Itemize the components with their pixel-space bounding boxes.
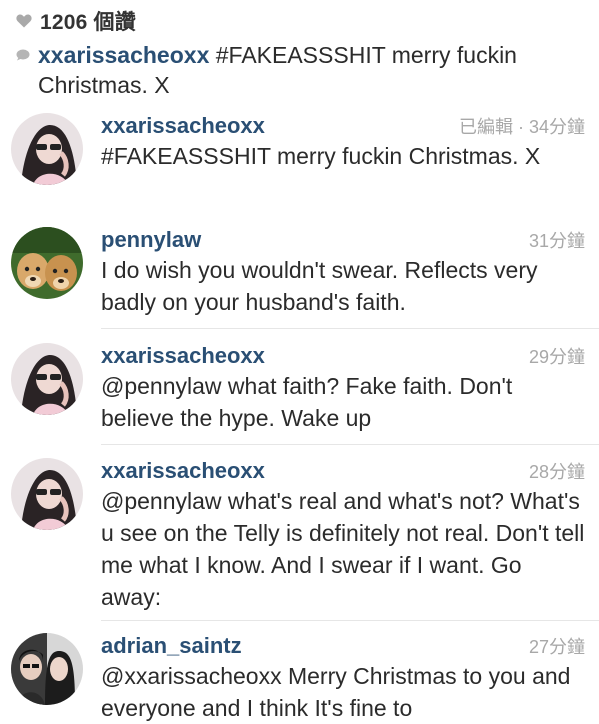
- likes-row[interactable]: 1206 個讚: [16, 6, 136, 36]
- comment-divider: [101, 328, 599, 329]
- avatar[interactable]: [11, 633, 83, 705]
- heart-icon: [16, 14, 32, 28]
- comment-text: #FAKEASSSHIT merry fuckin Christmas. X: [101, 143, 541, 169]
- comment-username[interactable]: adrian_saintz: [101, 633, 242, 659]
- caption-username[interactable]: xxarissacheoxx: [38, 42, 209, 68]
- avatar[interactable]: [11, 458, 83, 530]
- comment-divider: [101, 620, 599, 621]
- likes-count: 1206 個讚: [40, 11, 136, 34]
- avatar[interactable]: [11, 113, 83, 185]
- comment-text: @xxarissacheoxx Merry Christmas to you a…: [101, 663, 571, 721]
- post-caption: xxarissacheoxx #FAKEASSSHIT merry fuckin…: [16, 40, 576, 100]
- comment-username[interactable]: pennylaw: [101, 227, 201, 253]
- comment-divider: [101, 444, 599, 445]
- comment-text: I do wish you wouldn't swear. Reflects v…: [101, 257, 538, 315]
- comment-timestamp: 已編輯 · 34分鐘: [458, 117, 585, 137]
- comment-username[interactable]: xxarissacheoxx: [101, 458, 265, 484]
- avatar[interactable]: [11, 227, 83, 299]
- comment-timestamp: 28分鐘: [528, 462, 585, 482]
- comment-timestamp: 27分鐘: [528, 637, 585, 657]
- comment-text: @pennylaw what's real and what's not? Wh…: [101, 488, 585, 610]
- comment-text: @pennylaw what faith? Fake faith. Don't …: [101, 373, 513, 431]
- caption-text: xxarissacheoxx #FAKEASSSHIT merry fuckin…: [38, 40, 576, 100]
- comment-username[interactable]: xxarissacheoxx: [101, 113, 265, 139]
- comment-bubble-icon: [16, 49, 30, 61]
- comment-timestamp: 31分鐘: [528, 231, 585, 251]
- comment-username[interactable]: xxarissacheoxx: [101, 343, 265, 369]
- comment-timestamp: 29分鐘: [528, 347, 585, 367]
- avatar[interactable]: [11, 343, 83, 415]
